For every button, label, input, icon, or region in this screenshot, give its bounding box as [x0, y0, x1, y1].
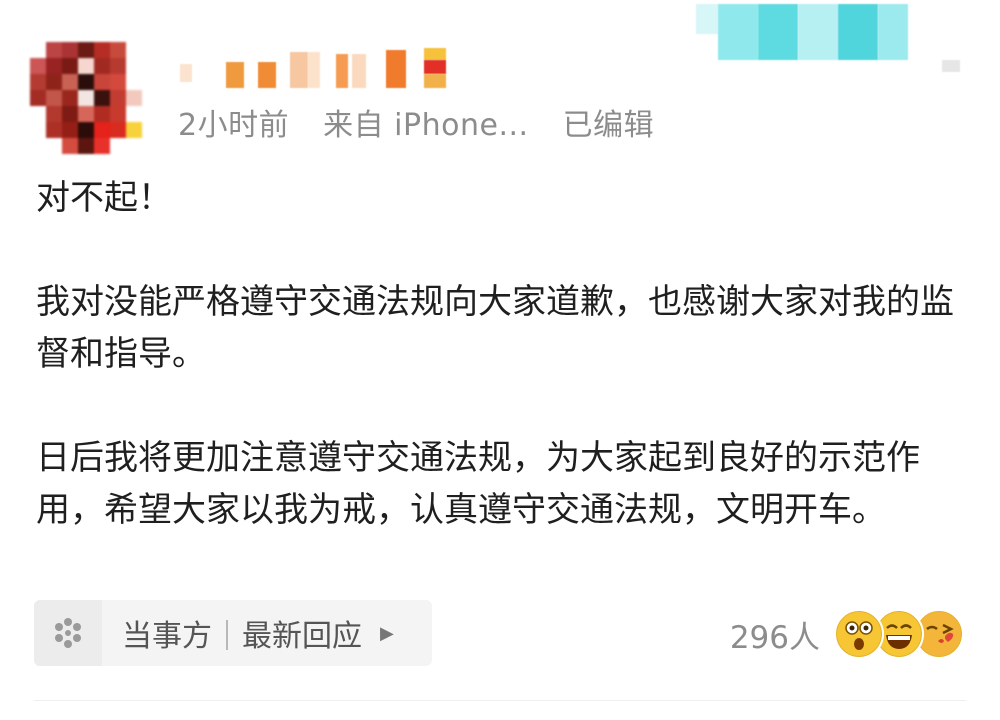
topic-chip-primary: 当事方	[122, 619, 212, 654]
post-meta: 2小时前 来自 iPhone... 已编辑	[178, 106, 654, 146]
pinwheel-icon	[34, 600, 102, 666]
divider	[34, 700, 966, 701]
topic-chip-secondary: 最新回应	[242, 619, 362, 654]
reaction-faces[interactable]	[834, 609, 964, 659]
post-paragraph: 我对没能严格遵守交通法规向大家道歉，也感谢大家对我的监督和指导。	[36, 282, 954, 374]
chip-divider	[226, 620, 228, 650]
post-paragraph: 日后我将更加注意遵守交通法规，为大家起到良好的示范作用，希望大家以我为戒，认真遵…	[36, 438, 920, 530]
post-content: 对不起！ 我对没能严格遵守交通法规向大家道歉，也感谢大家对我的监督和指导。 日后…	[36, 172, 976, 536]
edited-label[interactable]: 已编辑	[563, 108, 655, 143]
topic-chip-label: 当事方 最新回应	[122, 611, 362, 655]
reactions[interactable]: 296人	[730, 606, 964, 662]
topic-chip[interactable]: 当事方 最新回应 ▶	[34, 600, 432, 666]
reaction-count: 296人	[729, 619, 820, 656]
username-obscured[interactable]	[176, 4, 976, 92]
chevron-right-icon: ▶	[380, 622, 394, 644]
post-paragraph: 对不起！	[36, 178, 172, 218]
shocked-face-icon	[834, 609, 884, 659]
post-source[interactable]: 来自 iPhone...	[323, 108, 528, 143]
post-time: 2小时前	[178, 108, 290, 143]
avatar[interactable]	[30, 42, 142, 154]
